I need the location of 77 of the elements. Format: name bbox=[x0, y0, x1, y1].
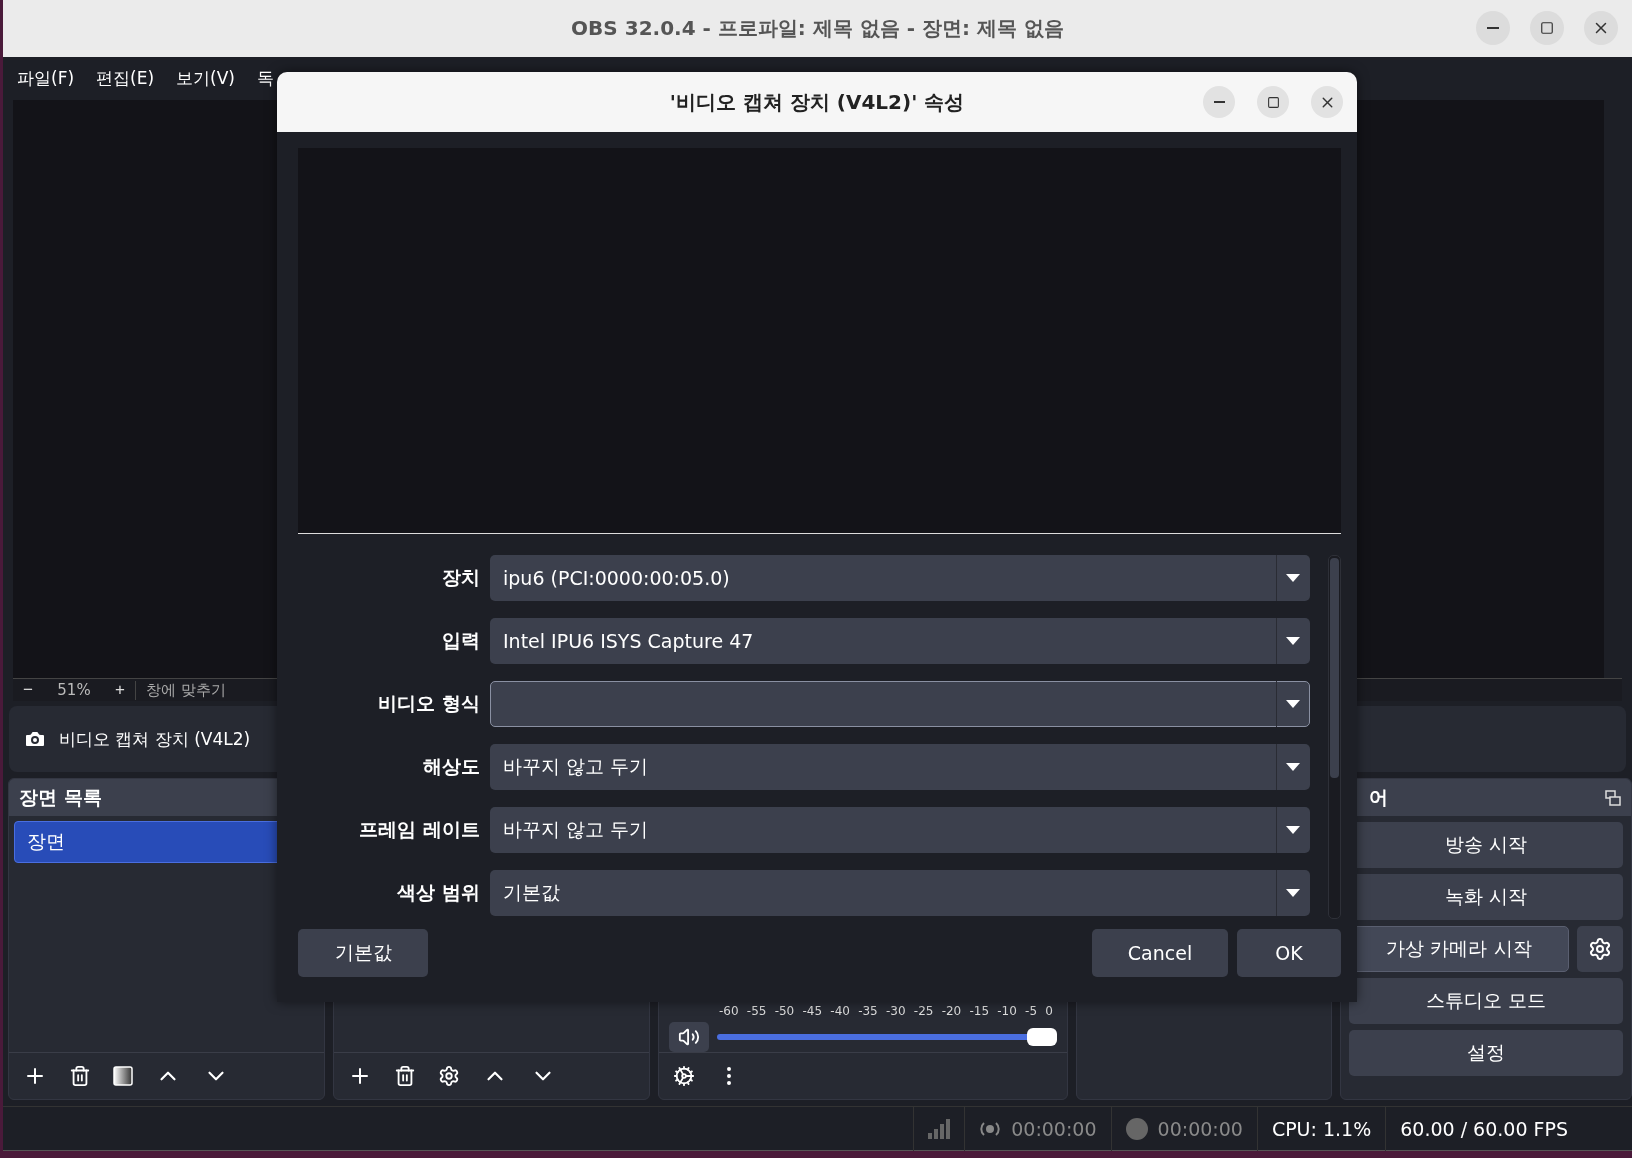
scale-label: -10 bbox=[997, 1005, 1017, 1018]
menu-item[interactable]: 파일(F) bbox=[17, 67, 75, 90]
dropdown-arrow-icon bbox=[1286, 763, 1300, 771]
scale-label: -45 bbox=[802, 1005, 823, 1018]
settings-icon[interactable] bbox=[438, 1065, 460, 1087]
scale-label: 0 bbox=[1045, 1005, 1053, 1018]
scale-label: -20 bbox=[941, 1005, 962, 1018]
scale-label: -55 bbox=[746, 1005, 767, 1018]
dropdown-field[interactable]: 기본값 bbox=[490, 870, 1310, 916]
dropdown-field[interactable]: ipu6 (PCI:0000:00:05.0) bbox=[490, 555, 1310, 601]
maximize-button[interactable] bbox=[1530, 11, 1564, 45]
dropdown-field[interactable]: Intel IPU6 ISYS Capture 47 bbox=[490, 618, 1310, 664]
menu-item[interactable]: 편집(E) bbox=[96, 67, 155, 90]
close-button[interactable] bbox=[1584, 11, 1618, 45]
source-name: 비디오 캡쳐 장치 (V4L2) bbox=[59, 727, 251, 751]
control-button[interactable]: 설정 bbox=[1349, 1030, 1623, 1076]
panel-title: 어 bbox=[1368, 784, 1388, 810]
volume-slider[interactable] bbox=[717, 1027, 1057, 1047]
field-label: 프레임 레이트 bbox=[358, 817, 480, 842]
stream-time: 00:00:00 bbox=[1011, 1118, 1097, 1140]
dropdown-arrow-icon bbox=[1286, 889, 1300, 897]
menu-item[interactable]: 독 bbox=[256, 67, 274, 90]
popout-icon bbox=[1605, 789, 1621, 806]
dropdown-arrow-icon bbox=[1286, 574, 1300, 582]
cancel-button[interactable]: Cancel bbox=[1092, 929, 1228, 977]
scale-label: -5 bbox=[1025, 1005, 1038, 1018]
fps-readout: 60.00 / 60.00 FPS bbox=[1400, 1118, 1568, 1140]
minimize-button[interactable] bbox=[1476, 11, 1510, 45]
fit-to-window-button[interactable]: 창에 맞추기 bbox=[135, 680, 236, 700]
field-label: 색상 범위 bbox=[396, 880, 480, 905]
maximize-icon bbox=[1540, 21, 1554, 35]
maximize-button[interactable] bbox=[1257, 86, 1289, 118]
trash-icon[interactable] bbox=[394, 1065, 416, 1087]
record-icon bbox=[1125, 1118, 1148, 1140]
control-button[interactable]: 스튜디오 모드 bbox=[1349, 978, 1623, 1024]
broadcast-icon bbox=[979, 1119, 1002, 1139]
zoom-percent: 51% bbox=[56, 681, 92, 699]
scale-label: -35 bbox=[858, 1005, 878, 1018]
zoom-out-button[interactable]: − bbox=[13, 680, 43, 700]
settings-icon[interactable] bbox=[1577, 926, 1623, 972]
panel-title: 장면 목록 bbox=[19, 784, 102, 810]
ok-button[interactable]: OK bbox=[1237, 929, 1341, 977]
scale-label: -50 bbox=[774, 1005, 795, 1018]
filter-icon[interactable] bbox=[113, 1066, 133, 1086]
dropdown-field[interactable] bbox=[490, 681, 1310, 727]
speaker-icon[interactable] bbox=[669, 1022, 709, 1052]
dialog-title: '비디오 캡쳐 장치 (V4L2)' 속성 bbox=[669, 88, 965, 116]
minimize-icon bbox=[1213, 101, 1225, 103]
slider-thumb[interactable] bbox=[1027, 1028, 1057, 1046]
dropdown-arrow-icon bbox=[1286, 637, 1300, 645]
dropdown-field[interactable]: 바꾸지 않고 두기 bbox=[490, 744, 1310, 790]
scale-label: -40 bbox=[830, 1005, 850, 1018]
close-button[interactable] bbox=[1311, 86, 1343, 118]
field-label: 장치 bbox=[441, 565, 480, 590]
dropdown-field[interactable]: 바꾸지 않고 두기 bbox=[490, 807, 1310, 853]
field-label: 해상도 bbox=[422, 754, 480, 779]
defaults-button[interactable]: 기본값 bbox=[298, 929, 428, 977]
gears-icon[interactable] bbox=[673, 1065, 695, 1087]
field-label: 비디오 형식 bbox=[377, 691, 480, 716]
maximize-icon bbox=[1266, 95, 1280, 109]
scale-label: -25 bbox=[913, 1005, 934, 1018]
trash-icon[interactable] bbox=[69, 1065, 91, 1087]
scrollbar[interactable] bbox=[1328, 555, 1341, 919]
scale-label: -15 bbox=[969, 1005, 990, 1018]
minimize-button[interactable] bbox=[1203, 86, 1235, 118]
minimize-icon bbox=[1487, 27, 1499, 29]
dropdown-arrow-icon bbox=[1286, 826, 1300, 834]
scale-label: -30 bbox=[885, 1005, 906, 1018]
field-label: 입력 bbox=[441, 628, 480, 653]
window-title: OBS 32.0.4 - 프로파일: 제목 없음 - 장면: 제목 없음 bbox=[571, 15, 1064, 42]
scale-label: -60 bbox=[719, 1005, 739, 1018]
record-time: 00:00:00 bbox=[1157, 1118, 1243, 1140]
cpu-usage: CPU: 1.1% bbox=[1271, 1118, 1372, 1140]
dropdown-arrow-icon bbox=[1286, 700, 1300, 708]
menu-item[interactable]: 보기(V) bbox=[176, 67, 235, 90]
zoom-in-button[interactable]: + bbox=[105, 680, 135, 700]
signal-icon bbox=[928, 1119, 951, 1139]
